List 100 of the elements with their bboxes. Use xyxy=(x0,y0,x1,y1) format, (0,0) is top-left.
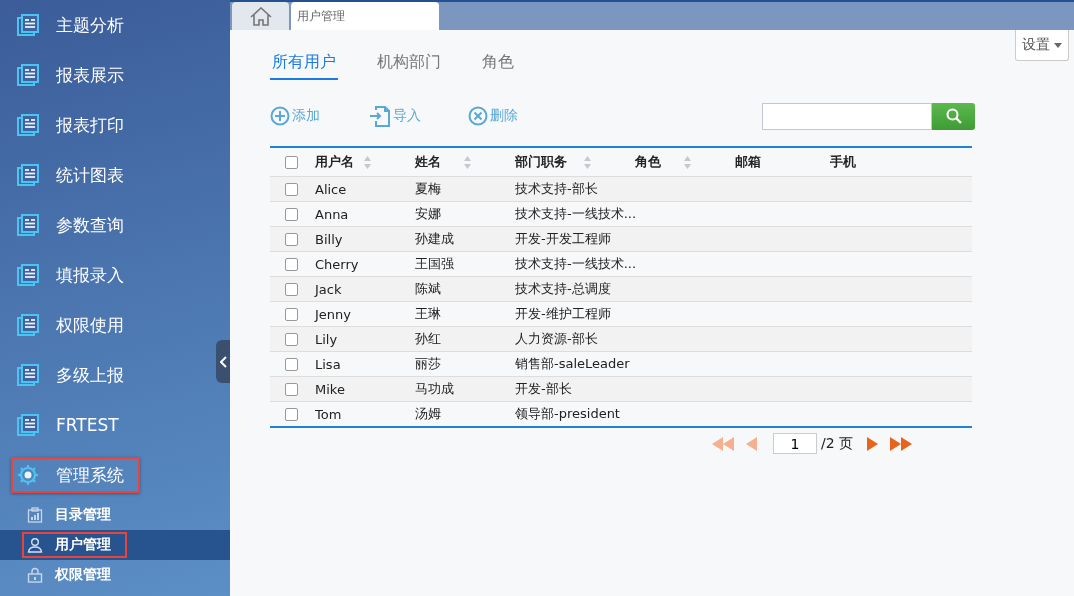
document-icon xyxy=(16,213,40,237)
sort-icon[interactable] xyxy=(684,155,691,169)
sidebar-item[interactable]: 权限使用 xyxy=(11,307,140,343)
table-cell: 夏梅 xyxy=(415,181,441,196)
import-icon xyxy=(369,105,391,127)
sidebar-item[interactable]: 多级上报 xyxy=(11,357,140,393)
search-button[interactable] xyxy=(932,102,975,130)
table-cell: Anna xyxy=(315,206,349,222)
user-icon xyxy=(27,537,43,553)
sidebar-item[interactable]: 参数查询 xyxy=(11,207,140,243)
table-cell: 丽莎 xyxy=(415,356,441,371)
table-cell: Cherry xyxy=(315,256,359,272)
table-cell: 销售部-saleLeader xyxy=(515,356,630,371)
sort-icon[interactable] xyxy=(364,155,371,169)
table-cell: 技术支持-一线技术... xyxy=(515,256,637,271)
checkbox[interactable] xyxy=(285,407,298,421)
checkbox[interactable] xyxy=(285,257,298,271)
table-cell: 王国强 xyxy=(415,256,454,271)
table-cell: Billy xyxy=(315,231,343,247)
sort-icon[interactable] xyxy=(584,155,591,169)
checkbox[interactable] xyxy=(285,207,298,221)
tab[interactable]: 所有用户 xyxy=(270,52,338,80)
table-cell: 开发-部长 xyxy=(515,381,572,396)
chevron-left-icon xyxy=(219,355,227,368)
tab[interactable]: 角色 xyxy=(480,52,516,80)
collapse-handle[interactable] xyxy=(216,340,230,383)
table-cell: 技术支持-总调度 xyxy=(515,281,611,296)
sidebar-subitem[interactable]: 权限管理 xyxy=(0,560,230,590)
search-field[interactable] xyxy=(762,102,932,130)
plus-circle-icon xyxy=(270,106,290,126)
column-header: 用户名 xyxy=(315,153,355,171)
table-cell: 安娜 xyxy=(415,206,441,221)
column-header: 手机 xyxy=(830,153,857,171)
sort-icon[interactable] xyxy=(464,155,471,169)
checkbox[interactable] xyxy=(285,307,298,321)
table-cell: Mike xyxy=(315,381,345,397)
chart-icon xyxy=(27,507,43,523)
table-cell: 开发-维护工程师 xyxy=(515,306,611,321)
table-cell: Alice xyxy=(315,181,347,197)
sidebar-item[interactable]: 管理系统 xyxy=(11,457,140,493)
tab[interactable]: 机构部门 xyxy=(375,52,443,80)
checkbox[interactable] xyxy=(285,232,298,246)
table-cell: Lisa xyxy=(315,356,341,372)
table-cell: 孙红 xyxy=(415,331,441,346)
toolbar-button[interactable]: 删除 xyxy=(468,106,567,126)
sidebar-item[interactable]: 报表展示 xyxy=(11,57,140,93)
next-page-icon[interactable] xyxy=(867,436,878,451)
home-tab[interactable] xyxy=(232,2,289,30)
table-cell: 王琳 xyxy=(415,306,441,321)
home-icon xyxy=(249,6,272,26)
last-page-icon[interactable] xyxy=(890,436,912,451)
table-cell: 技术支持-部长 xyxy=(515,181,598,196)
sidebar-item[interactable]: 填报录入 xyxy=(11,257,140,293)
lock-icon xyxy=(27,567,43,583)
sidebar-subitem[interactable]: 目录管理 xyxy=(0,500,230,530)
table-cell: Tom xyxy=(315,406,342,422)
checkbox[interactable] xyxy=(285,155,298,169)
checkbox[interactable] xyxy=(285,332,298,346)
x-circle-icon xyxy=(468,106,488,126)
caret-icon xyxy=(1054,42,1062,48)
table-cell: Jenny xyxy=(315,306,351,322)
column-header: 部门职务 xyxy=(515,153,568,171)
table-cell: 领导部-president xyxy=(515,406,620,421)
search-icon xyxy=(945,108,962,124)
checkbox[interactable] xyxy=(285,357,298,371)
table-cell: 陈斌 xyxy=(415,281,441,296)
column-header: 邮箱 xyxy=(735,153,762,171)
document-icon xyxy=(16,63,40,87)
column-header: 角色 xyxy=(635,153,662,171)
table-cell: Jack xyxy=(315,281,342,297)
sidebar-item[interactable]: FRTEST xyxy=(11,407,135,443)
sidebar-item[interactable]: 统计图表 xyxy=(11,157,140,193)
sidebar-item[interactable]: 报表打印 xyxy=(11,107,140,143)
document-icon xyxy=(16,263,40,287)
settings-dropdown[interactable]: 设置 xyxy=(1015,30,1069,61)
checkbox[interactable] xyxy=(285,382,298,396)
document-icon xyxy=(16,413,40,437)
sidebar-subitem[interactable]: 用户管理 xyxy=(0,530,230,560)
table-cell: Lily xyxy=(315,331,338,347)
column-header: 姓名 xyxy=(415,153,442,171)
table-cell: 汤姆 xyxy=(415,406,441,421)
page-input[interactable]: 1 xyxy=(772,433,817,454)
toolbar-button[interactable]: 导入 xyxy=(369,105,468,127)
document-icon xyxy=(16,113,40,137)
table-cell: 开发-开发工程师 xyxy=(515,231,611,246)
document-icon xyxy=(16,313,40,337)
page-tab[interactable]: 用户管理 xyxy=(291,2,439,30)
checkbox[interactable] xyxy=(285,282,298,296)
toolbar-button[interactable]: 添加 xyxy=(270,106,369,126)
document-icon xyxy=(16,13,40,37)
document-icon xyxy=(16,163,40,187)
table-cell: 人力资源-部长 xyxy=(515,331,598,346)
document-icon xyxy=(16,363,40,387)
table-cell: 技术支持-一线技术... xyxy=(515,206,637,221)
gear-icon xyxy=(16,463,40,487)
table-cell: 马功成 xyxy=(415,381,454,396)
checkbox[interactable] xyxy=(285,182,298,196)
page-total: /2 页 xyxy=(820,434,853,453)
table-cell: 孙建成 xyxy=(415,231,454,246)
sidebar-item[interactable]: 主题分析 xyxy=(11,7,140,43)
